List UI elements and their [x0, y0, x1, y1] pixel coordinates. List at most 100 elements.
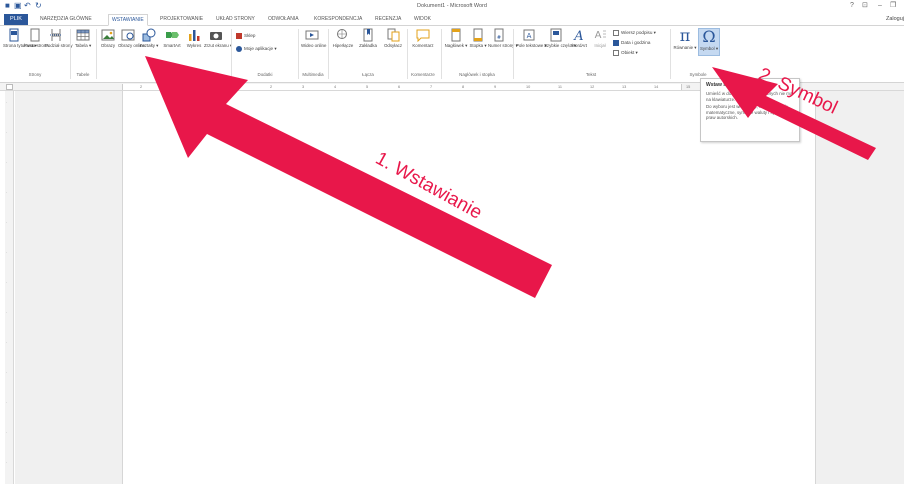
drop-cap-button[interactable]: A Inicjał: [590, 28, 610, 48]
bookmark-button[interactable]: Zakładka: [356, 28, 380, 48]
store-label: Sklep: [244, 33, 256, 39]
drop-cap-label: Inicjał: [594, 43, 606, 48]
online-video-button[interactable]: Wideo online: [301, 28, 326, 48]
smartart-button[interactable]: SmartArt: [160, 28, 184, 48]
wordart-button[interactable]: A WordArt: [568, 28, 590, 48]
quick-parts-button[interactable]: Szybkie części ▾: [544, 28, 577, 48]
ruler-tick: 7: [430, 85, 433, 89]
document-page[interactable]: [122, 91, 816, 484]
tab-references[interactable]: ODWOŁANIA: [268, 14, 299, 25]
tab-design[interactable]: PROJEKTOWANIE: [160, 14, 203, 25]
shapes-button[interactable]: Kształty ▾: [138, 28, 160, 48]
comment-button[interactable]: Komentarz: [410, 28, 436, 48]
group-media: Multimedia: [302, 72, 324, 77]
ruler-mark: ·: [6, 461, 8, 465]
header-button[interactable]: Nagłówek ▾: [444, 28, 468, 48]
help-button[interactable]: ?: [850, 1, 854, 11]
ruler-mark: ·: [6, 191, 8, 195]
chart-button[interactable]: Wykres: [184, 28, 204, 48]
symbol-button[interactable]: Ω Symbol ▾: [698, 28, 720, 56]
shapes-icon: [142, 28, 156, 42]
group-illustrations: Ilustracje: [154, 72, 172, 77]
restore-icon[interactable]: ❐: [890, 1, 896, 11]
ruler-tick: 6: [398, 85, 401, 89]
pictures-label: Obrazy: [100, 43, 116, 48]
chart-icon: [189, 30, 200, 41]
camera-icon: [210, 32, 222, 40]
quick-parts-label: Szybkie części ▾: [544, 43, 577, 48]
online-pictures-button[interactable]: Obrazy online: [118, 28, 146, 48]
cover-page-label: Strona tytułowa ▾: [3, 43, 37, 48]
ruler-tick: 9: [494, 85, 497, 89]
user-account[interactable]: Zaloguj: [886, 14, 904, 25]
footer-button[interactable]: Stopka ▾: [468, 28, 488, 48]
title-bar: ■ ▣ ↶ ↻ Dokument1 - Microsoft Word ? ⊡ –…: [0, 0, 904, 13]
ruler-mark: ·: [6, 251, 8, 255]
online-picture-icon: [121, 29, 135, 41]
ruler-mark: ·: [6, 401, 8, 405]
date-time-button[interactable]: Data i godzina: [613, 40, 650, 46]
tab-insert[interactable]: WSTAWIANIE: [108, 14, 148, 26]
cover-page-button[interactable]: Strona tytułowa ▾: [3, 28, 37, 48]
ruler-tick: 4: [334, 85, 337, 89]
footer-label: Stopka ▾: [469, 43, 487, 48]
my-apps-label: Moje aplikacje ▾: [244, 46, 277, 52]
signature-icon: [613, 30, 619, 36]
blank-page-icon: [30, 28, 40, 42]
tab-selector-button[interactable]: [6, 84, 13, 90]
signature-label: Wiersz podpisu ▾: [621, 30, 656, 36]
vertical-ruler[interactable]: · · · · · · · · · · · · ·: [5, 91, 14, 484]
pictures-button[interactable]: Obrazy: [98, 28, 118, 48]
apps-icon: [236, 46, 242, 52]
group-divider: [670, 29, 671, 79]
text-box-button[interactable]: A Pole tekstowe ▾: [516, 28, 547, 48]
tab-review[interactable]: RECENZJA: [375, 14, 401, 25]
signature-line-button[interactable]: Wiersz podpisu ▾: [613, 30, 656, 36]
wordart-icon: A: [573, 29, 583, 42]
equation-button[interactable]: π Równanie ▾: [673, 28, 697, 51]
ruler-mark: ·: [6, 341, 8, 345]
my-apps-button[interactable]: Moje aplikacje ▾: [236, 46, 277, 52]
ruler-tick: 1: [172, 85, 175, 89]
date-time-label: Data i godzina: [621, 40, 651, 46]
smartart-label: SmartArt: [163, 43, 181, 48]
picture-icon: [101, 29, 115, 41]
text-box-icon: A: [523, 29, 535, 41]
screenshot-button[interactable]: Zrzut ekranu ▾: [204, 28, 233, 48]
blank-page-button[interactable]: Pusta strona: [24, 28, 49, 48]
ruler-mark: ·: [6, 101, 8, 105]
page-number-label: Numer strony ▾: [488, 43, 518, 48]
tab-layout[interactable]: UKŁAD STRONY: [216, 14, 255, 25]
drop-cap-icon: A: [595, 30, 606, 41]
hyperlink-button[interactable]: Hiperłącze: [331, 28, 355, 48]
ruler-tick: 8: [462, 85, 465, 89]
online-pictures-label: Obrazy online: [118, 43, 146, 48]
ruler-tick: 12: [590, 85, 595, 89]
ruler-tick: 5: [366, 85, 369, 89]
ruler-tick: 11: [558, 85, 562, 89]
screenshot-label: Zrzut ekranu ▾: [204, 43, 233, 48]
page-number-button[interactable]: # Numer strony ▾: [488, 28, 518, 48]
svg-text:A: A: [573, 29, 583, 42]
ribbon-display-icon[interactable]: ⊡: [862, 1, 868, 11]
window-title: Dokument1 - Microsoft Word: [417, 3, 487, 9]
tab-mailings[interactable]: KORESPONDENCJA: [314, 14, 362, 25]
cross-reference-button[interactable]: Odsyłacz: [381, 28, 405, 48]
cross-reference-icon: [387, 28, 400, 42]
tab-home[interactable]: NARZĘDZIA GŁÓWNE: [40, 14, 92, 25]
calendar-icon: [613, 40, 619, 46]
object-button[interactable]: Obiekt ▾: [613, 50, 638, 56]
page-break-button[interactable]: Podział strony: [45, 28, 73, 48]
group-divider: [328, 29, 329, 79]
tab-file[interactable]: PLIK: [4, 14, 28, 25]
ruler-mark: ·: [6, 371, 8, 375]
table-button[interactable]: Tabela ▾: [72, 28, 94, 48]
store-button[interactable]: Sklep: [236, 33, 256, 39]
minimize-button[interactable]: –: [878, 1, 882, 11]
symbol-label: Symbol ▾: [699, 46, 719, 51]
smartart-icon: [166, 32, 179, 38]
header-label: Nagłówek ▾: [444, 43, 468, 48]
cross-reference-label: Odsyłacz: [383, 43, 403, 48]
tab-view[interactable]: WIDOK: [414, 14, 431, 25]
footer-icon: [473, 28, 483, 42]
